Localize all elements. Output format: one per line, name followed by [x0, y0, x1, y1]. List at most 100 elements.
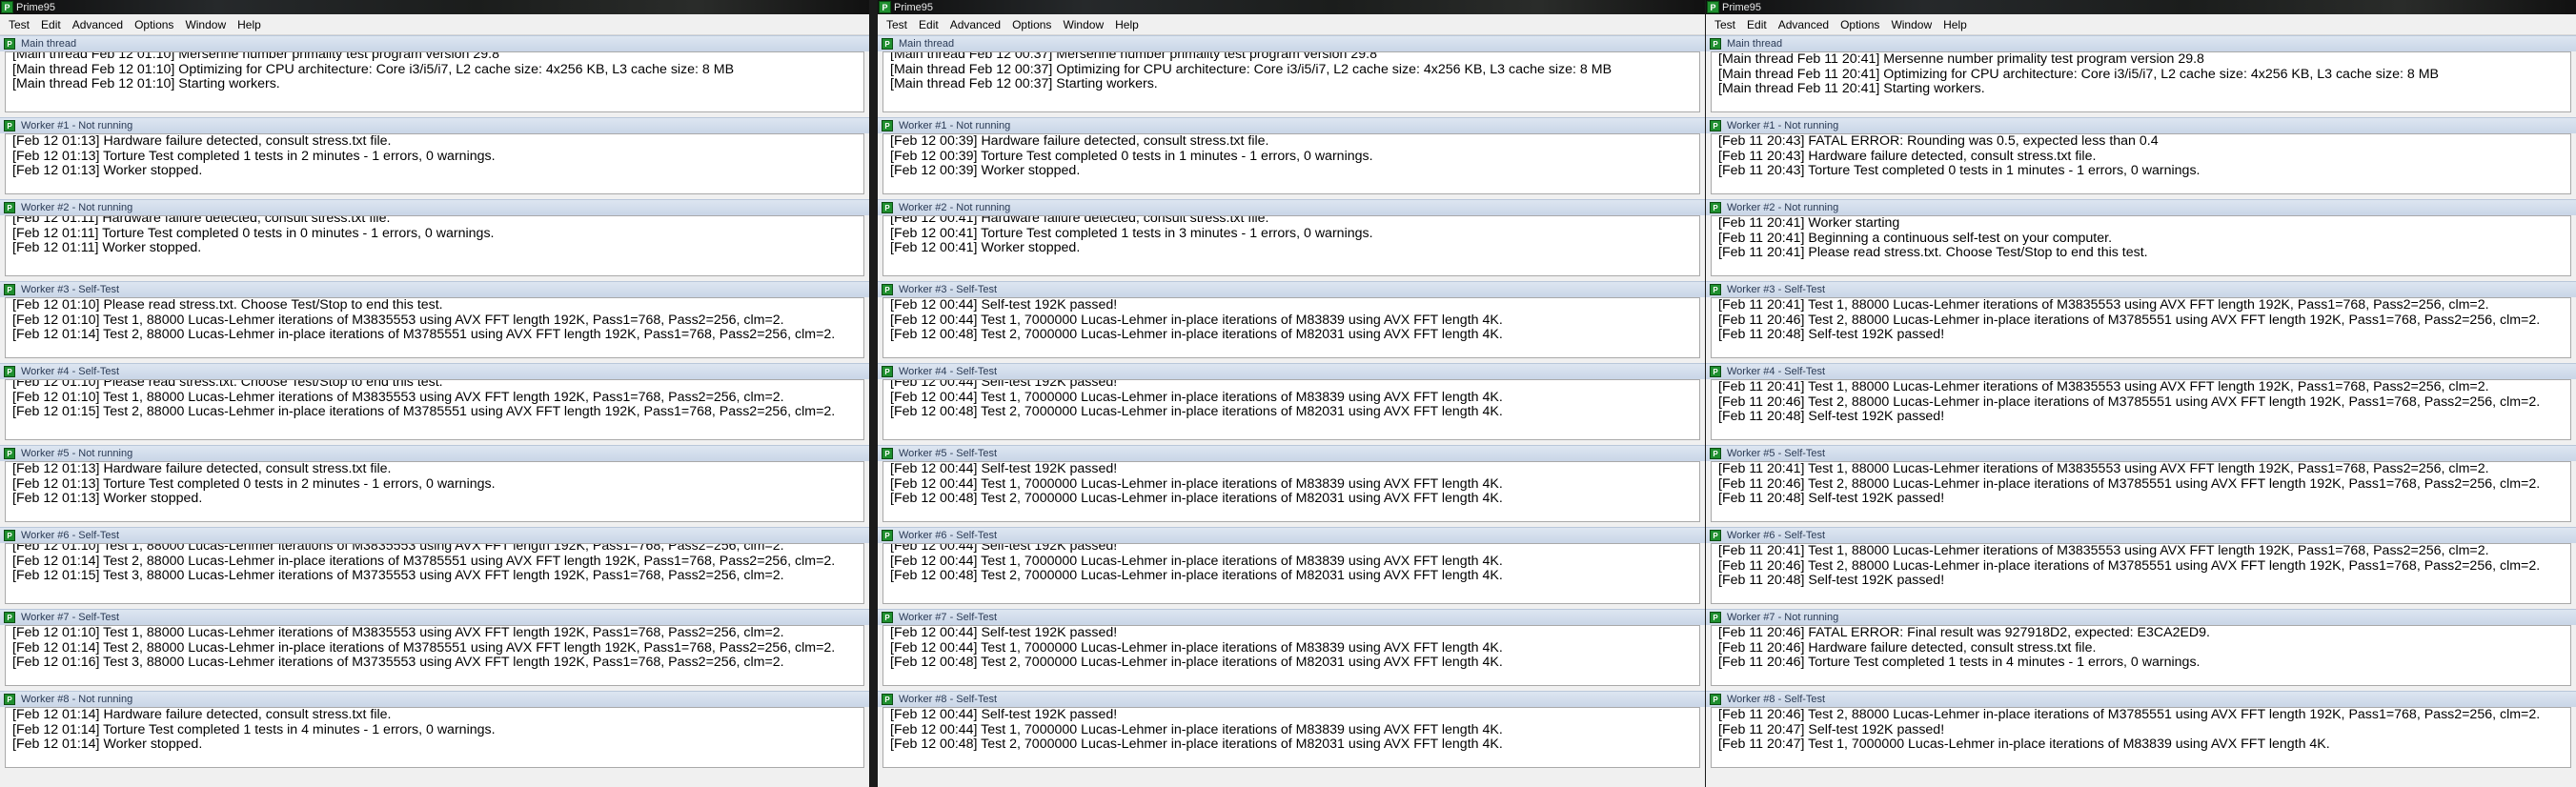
- menu-edit[interactable]: Edit: [35, 18, 67, 31]
- prime95-window[interactable]: P Prime95 Test Edit Advanced Options Window Hel…: [0, 0, 869, 787]
- log-line: [Feb 12 01:13] Worker stopped.: [12, 163, 203, 178]
- panel-title: Worker #8 - Not running: [21, 694, 133, 705]
- menu-window[interactable]: Window: [1057, 18, 1109, 31]
- log-output[interactable]: [Main thread Feb 12 01:10] Mersenne numb…: [5, 51, 864, 112]
- log-lines: [Feb 12 00:44] Self-test 192K passed! [Fe…: [883, 380, 1699, 420]
- worker-icon: P: [4, 366, 15, 377]
- panel-title: Worker #2 - Not running: [899, 202, 1011, 213]
- log-output[interactable]: [Feb 12 00:44] Self-test 192K passed! [Fe…: [882, 297, 1700, 358]
- log-line: [Feb 12 01:14] Hardware failure detected…: [12, 707, 392, 722]
- log-output[interactable]: [Feb 12 00:44] Self-test 192K passed! [Fe…: [882, 461, 1700, 522]
- panel-header[interactable]: P Worker #1 - Not running: [1706, 117, 2576, 133]
- panel-header[interactable]: P Worker #8 - Not running: [0, 691, 869, 707]
- title-bar[interactable]: P Prime95: [1706, 0, 2576, 14]
- panel-title: Worker #4 - Self-Test: [1727, 366, 1826, 377]
- log-line: [Feb 12 01:13] Torture Test completed 0 …: [12, 475, 496, 492]
- panel-header[interactable]: P Main thread: [878, 35, 1705, 51]
- panel-header[interactable]: P Worker #2 - Not running: [0, 199, 869, 215]
- log-lines: [Feb 12 01:14] Hardware failure detected…: [6, 708, 863, 753]
- panel-header[interactable]: P Main thread: [1706, 35, 2576, 51]
- log-output[interactable]: [Main thread Feb 11 20:41] Mersenne numb…: [1711, 51, 2571, 112]
- panel-header[interactable]: P Worker #3 - Self-Test: [878, 281, 1705, 297]
- worker-icon: P: [4, 284, 15, 295]
- prime95-window[interactable]: P Prime95 Test Edit Advanced Options Window Hel…: [878, 0, 1705, 787]
- menu-advanced[interactable]: Advanced: [67, 18, 129, 31]
- menu-edit[interactable]: Edit: [1741, 18, 1773, 31]
- panel-header[interactable]: P Worker #4 - Self-Test: [1706, 363, 2576, 379]
- log-output[interactable]: [Feb 11 20:41] Worker starting [Feb 11 20…: [1711, 215, 2571, 276]
- log-output[interactable]: [Main thread Feb 12 00:37] Mersenne numb…: [882, 51, 1700, 112]
- menu-help[interactable]: Help: [1109, 18, 1145, 31]
- panel-header[interactable]: P Worker #1 - Not running: [878, 117, 1705, 133]
- menu-window[interactable]: Window: [1885, 18, 1937, 31]
- log-output[interactable]: [Feb 11 20:43] FATAL ERROR: Rounding was…: [1711, 133, 2571, 194]
- menu-options[interactable]: Options: [1835, 18, 1885, 31]
- panel-header[interactable]: P Worker #6 - Self-Test: [878, 527, 1705, 543]
- panel-header[interactable]: P Worker #5 - Not running: [0, 445, 869, 461]
- log-output[interactable]: [Feb 11 20:41] Test 1, 88000 Lucas-Lehme…: [1711, 379, 2571, 440]
- log-output[interactable]: [Feb 12 00:39] Hardware failure detected…: [882, 133, 1700, 194]
- panel-header[interactable]: P Worker #7 - Self-Test: [878, 609, 1705, 625]
- panel-header[interactable]: P Worker #3 - Self-Test: [1706, 281, 2576, 297]
- worker-8-panel: P Worker #8 - Self-Test [Feb 11 20:46] Tes…: [1706, 691, 2576, 773]
- menu-test[interactable]: Test: [1709, 18, 1741, 31]
- log-output[interactable]: [Feb 12 01:14] Hardware failure detected…: [5, 707, 864, 768]
- log-output[interactable]: [Feb 12 00:41] Hardware failure detected…: [882, 215, 1700, 276]
- title-bar[interactable]: P Prime95: [0, 0, 869, 14]
- log-output[interactable]: [Feb 12 00:44] Self-test 192K passed! [Fe…: [882, 625, 1700, 686]
- panel-header[interactable]: P Worker #5 - Self-Test: [878, 445, 1705, 461]
- log-output[interactable]: [Feb 11 20:41] Test 1, 88000 Lucas-Lehme…: [1711, 543, 2571, 604]
- log-output[interactable]: [Feb 12 00:44] Self-test 192K passed! [Fe…: [882, 543, 1700, 604]
- menu-window[interactable]: Window: [179, 18, 232, 31]
- log-output[interactable]: [Feb 12 00:44] Self-test 192K passed! [Fe…: [882, 707, 1700, 768]
- panel-header[interactable]: P Worker #4 - Self-Test: [878, 363, 1705, 379]
- menu-bar: Test Edit Advanced Options Window Help: [1706, 14, 2576, 35]
- panel-header[interactable]: P Worker #7 - Self-Test: [0, 609, 869, 625]
- panel-header[interactable]: P Worker #4 - Self-Test: [0, 363, 869, 379]
- panel-header[interactable]: P Worker #1 - Not running: [0, 117, 869, 133]
- log-lines: [Feb 11 20:41] Worker starting [Feb 11 20…: [1712, 216, 2570, 261]
- menu-test[interactable]: Test: [881, 18, 913, 31]
- menu-edit[interactable]: Edit: [913, 18, 944, 31]
- panel-header[interactable]: P Worker #8 - Self-Test: [1706, 691, 2576, 707]
- log-output[interactable]: [Feb 11 20:46] Test 2, 88000 Lucas-Lehme…: [1711, 707, 2571, 768]
- menu-help[interactable]: Help: [1937, 18, 1973, 31]
- menu-options[interactable]: Options: [1006, 18, 1057, 31]
- log-output[interactable]: [Feb 12 01:10] Test 1, 88000 Lucas-Lehme…: [5, 625, 864, 686]
- log-line: [Feb 12 00:44] Self-test 192K passed!: [890, 297, 1118, 313]
- menu-bar: Test Edit Advanced Options Window Help: [878, 14, 1705, 35]
- worker-icon: P: [882, 366, 893, 377]
- panel-header[interactable]: P Worker #2 - Not running: [1706, 199, 2576, 215]
- log-output[interactable]: [Feb 12 01:10] Please read stress.txt. C…: [5, 379, 864, 440]
- log-output[interactable]: [Feb 12 00:44] Self-test 192K passed! [Fe…: [882, 379, 1700, 440]
- log-output[interactable]: [Feb 12 01:13] Hardware failure detected…: [5, 461, 864, 522]
- panel-header[interactable]: P Worker #8 - Self-Test: [878, 691, 1705, 707]
- log-lines: [Feb 12 00:39] Hardware failure detected…: [883, 134, 1699, 179]
- main-thread-panel: P Main thread [Main thread Feb 12 00:37] M…: [878, 35, 1705, 117]
- title-bar[interactable]: P Prime95: [878, 0, 1705, 14]
- panel-header[interactable]: P Worker #2 - Not running: [878, 199, 1705, 215]
- panel-header[interactable]: P Worker #3 - Self-Test: [0, 281, 869, 297]
- panel-title: Worker #1 - Not running: [21, 120, 133, 131]
- menu-test[interactable]: Test: [3, 18, 35, 31]
- log-output[interactable]: [Feb 11 20:41] Test 1, 88000 Lucas-Lehme…: [1711, 297, 2571, 358]
- worker-6-panel: P Worker #6 - Self-Test [Feb 12 01:10] Tes…: [0, 527, 869, 609]
- log-output[interactable]: [Feb 12 01:10] Please read stress.txt. C…: [5, 297, 864, 358]
- log-output[interactable]: [Feb 11 20:41] Test 1, 88000 Lucas-Lehme…: [1711, 461, 2571, 522]
- log-output[interactable]: [Feb 12 01:13] Hardware failure detected…: [5, 133, 864, 194]
- menu-options[interactable]: Options: [129, 18, 179, 31]
- panel-header[interactable]: P Worker #6 - Self-Test: [0, 527, 869, 543]
- panel-header[interactable]: P Worker #7 - Not running: [1706, 609, 2576, 625]
- log-output[interactable]: [Feb 12 01:11] Hardware failure detected…: [5, 215, 864, 276]
- menu-help[interactable]: Help: [232, 18, 267, 31]
- worker-icon: P: [1710, 448, 1721, 459]
- menu-advanced[interactable]: Advanced: [944, 18, 1006, 31]
- worker-icon: P: [4, 202, 15, 213]
- menu-advanced[interactable]: Advanced: [1773, 18, 1835, 31]
- log-output[interactable]: [Feb 12 01:10] Test 1, 88000 Lucas-Lehme…: [5, 543, 864, 604]
- log-output[interactable]: [Feb 11 20:46] FATAL ERROR: Final result…: [1711, 625, 2571, 686]
- panel-header[interactable]: P Main thread: [0, 35, 869, 51]
- panel-header[interactable]: P Worker #6 - Self-Test: [1706, 527, 2576, 543]
- prime95-window[interactable]: P Prime95 Test Edit Advanced Options Window Hel…: [1706, 0, 2576, 787]
- panel-header[interactable]: P Worker #5 - Self-Test: [1706, 445, 2576, 461]
